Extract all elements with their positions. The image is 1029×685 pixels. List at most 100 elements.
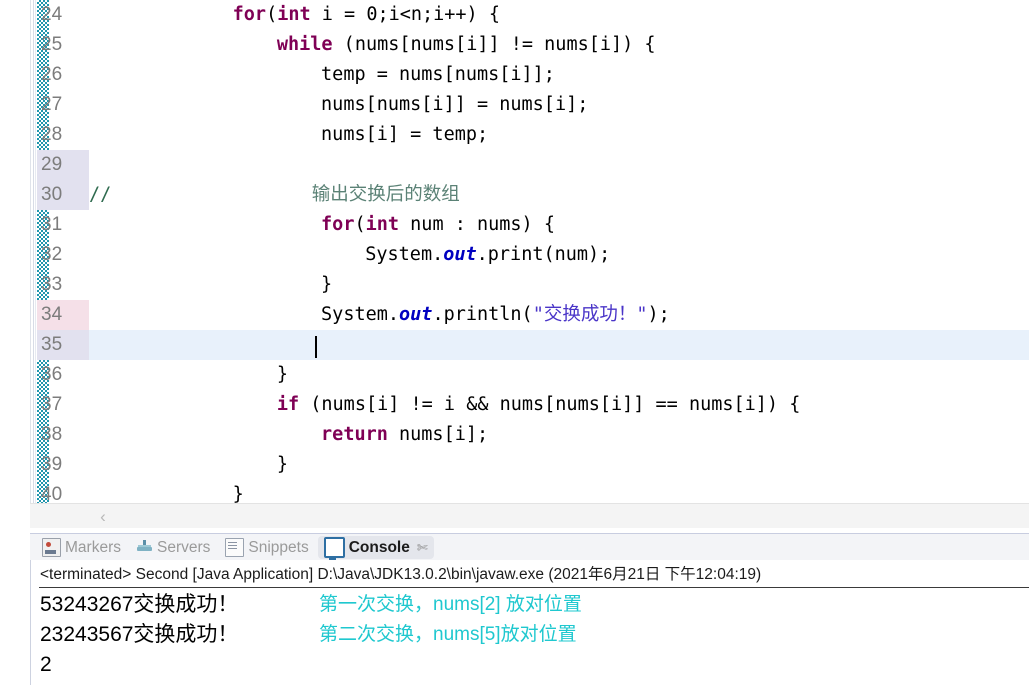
code-token-kw: int (365, 214, 400, 235)
code-text: for(int num : nums) { (321, 210, 555, 240)
line-number: 28 (41, 124, 63, 145)
tab-servers[interactable]: Servers (130, 536, 216, 559)
line-number: 33 (41, 274, 63, 295)
code-token-pl: .print(num); (476, 244, 611, 265)
code-token-kw: while (276, 34, 333, 55)
code-token-pl: } (321, 274, 333, 295)
line-number: 29 (41, 154, 63, 175)
console-tab-bar[interactable]: Markers Servers Snippets Console ✄ (30, 533, 1029, 561)
code-line[interactable]: 33} (0, 270, 1029, 300)
code-line[interactable]: 39} (0, 450, 1029, 480)
code-token-kw: if (276, 394, 300, 415)
code-token-kw: for (232, 4, 267, 25)
code-token-pl: System. (365, 244, 444, 265)
console-status-divider (39, 587, 1029, 588)
console-output-text: 53243267交换成功！ (40, 593, 239, 616)
code-text: System.out.print(num); (365, 240, 610, 270)
line-number: 32 (41, 244, 63, 265)
line-number: 34 (41, 304, 63, 325)
console-output-annotation: 第一次交换，nums[2] 放对位置 (319, 594, 582, 615)
code-token-pl: } (276, 454, 288, 475)
code-token-cmtslash: // (89, 184, 112, 205)
snippets-icon (225, 538, 245, 557)
code-line[interactable]: 28 nums[i] = temp; (0, 120, 1029, 150)
code-line[interactable]: 36} (0, 360, 1029, 390)
tab-console[interactable]: Console ✄ (317, 536, 434, 560)
code-token-fld: out (399, 304, 433, 325)
code-line[interactable]: 32 System.out.print(num); (0, 240, 1029, 270)
code-text: return nums[i]; (321, 420, 488, 450)
text-caret (315, 336, 317, 358)
code-line[interactable]: 24 for(int i = 0;i<n;i++) { (0, 0, 1029, 30)
tab-label: Console (348, 538, 410, 556)
tab-label: Markers (65, 538, 121, 556)
code-line[interactable]: 31 for(int num : nums) { (0, 210, 1029, 240)
tab-snippets[interactable]: Snippets (219, 536, 314, 559)
code-text: while (nums[nums[i]] != nums[i]) { (277, 30, 656, 60)
console-output-area[interactable]: <terminated> Second [Java Application] D… (30, 560, 1029, 685)
line-number: 37 (41, 394, 63, 415)
code-token-pl: num : nums) { (399, 214, 555, 235)
console-output-annotation: 第二次交换，nums[5]放对位置 (319, 624, 577, 645)
line-number: 38 (41, 424, 63, 445)
code-line[interactable]: 37 if (nums[i] != i && nums[nums[i]] == n… (0, 390, 1029, 420)
close-icon[interactable]: ✄ (417, 540, 428, 556)
scrollbar-thumb[interactable] (30, 504, 1029, 528)
line-number: 27 (41, 94, 63, 115)
code-text: // 输出交换后的数组 (89, 180, 460, 210)
code-text: nums[i] = temp; (321, 120, 488, 150)
code-text: temp = nums[nums[i]]; (321, 60, 555, 90)
code-text: } (277, 360, 288, 390)
line-number: 36 (41, 364, 63, 385)
code-token-cmt: 输出交换后的数组 (311, 184, 460, 205)
tab-markers[interactable]: Markers (36, 536, 127, 559)
line-number: 31 (41, 214, 63, 235)
scroll-left-chevron-icon[interactable]: ‹ (92, 504, 114, 528)
code-token-pl: System. (321, 304, 400, 325)
current-line-highlight (89, 330, 1029, 360)
code-line[interactable]: 35 (0, 330, 1029, 360)
code-line[interactable]: 29 (0, 150, 1029, 180)
code-line[interactable]: 26 temp = nums[nums[i]]; (0, 60, 1029, 90)
code-token-pl: temp = nums[nums[i]]; (321, 64, 555, 85)
console-tab-list: Markers Servers Snippets Console ✄ (36, 534, 437, 561)
code-token-pl: nums[i]; (387, 424, 489, 445)
code-line[interactable]: 38 return nums[i]; (0, 420, 1029, 450)
code-token-kw: for (321, 214, 355, 235)
line-number: 26 (41, 64, 63, 85)
code-token-pl: i = 0;i<n;i++) { (310, 4, 500, 25)
console-icon (323, 537, 345, 560)
console-output-line: 2 (31, 650, 1029, 680)
code-token-str: "交换成功！" (532, 304, 648, 325)
console-output-text: 23243567交换成功！ (40, 623, 239, 646)
line-number: 25 (41, 34, 63, 55)
tab-label: Servers (156, 538, 211, 556)
console-output-text: 2 (40, 653, 52, 676)
code-token-pl: nums[nums[i]] = nums[i]; (321, 94, 589, 115)
line-number: 39 (41, 454, 63, 475)
code-token-pl: ); (647, 304, 670, 325)
console-output-line: 53243267交换成功！ 第一次交换，nums[2] 放对位置 (31, 590, 1029, 620)
code-line[interactable]: 25 while (nums[nums[i]] != nums[i]) { (0, 30, 1029, 60)
servers-icon (136, 539, 153, 556)
line-number: 24 (41, 4, 63, 25)
eclipse-ide-window: 24 for(int i = 0;i<n;i++) {25 while (nums[… (0, 0, 1029, 685)
code-token-kw: int (277, 4, 311, 25)
code-token-pl: } (276, 364, 288, 385)
code-text: if (nums[i] != i && nums[nums[i]] == num… (277, 390, 801, 420)
panel-gap (0, 528, 1029, 532)
editor-horizontal-scrollbar[interactable]: ‹ (30, 503, 1029, 528)
code-line[interactable]: 34 System.out.println("交换成功！"); (0, 300, 1029, 330)
code-token-pl: (nums[i] != i && nums[nums[i]] == nums[i… (299, 394, 801, 415)
tab-label: Snippets (248, 538, 309, 556)
java-code-editor[interactable]: 24 for(int i = 0;i<n;i++) {25 while (nums[… (0, 0, 1029, 528)
code-text: } (277, 450, 288, 480)
console-output-lines: 53243267交换成功！ 第一次交换，nums[2] 放对位置 23243567交… (31, 590, 1029, 680)
code-line[interactable]: 27 nums[nums[i]] = nums[i]; (0, 90, 1029, 120)
markers-icon (42, 538, 61, 557)
code-text: for(int i = 0;i<n;i++) { (233, 0, 500, 30)
code-token-pl: ( (266, 4, 278, 25)
code-text: nums[nums[i]] = nums[i]; (321, 90, 588, 120)
code-line[interactable]: 30 // 输出交换后的数组 (0, 180, 1029, 210)
